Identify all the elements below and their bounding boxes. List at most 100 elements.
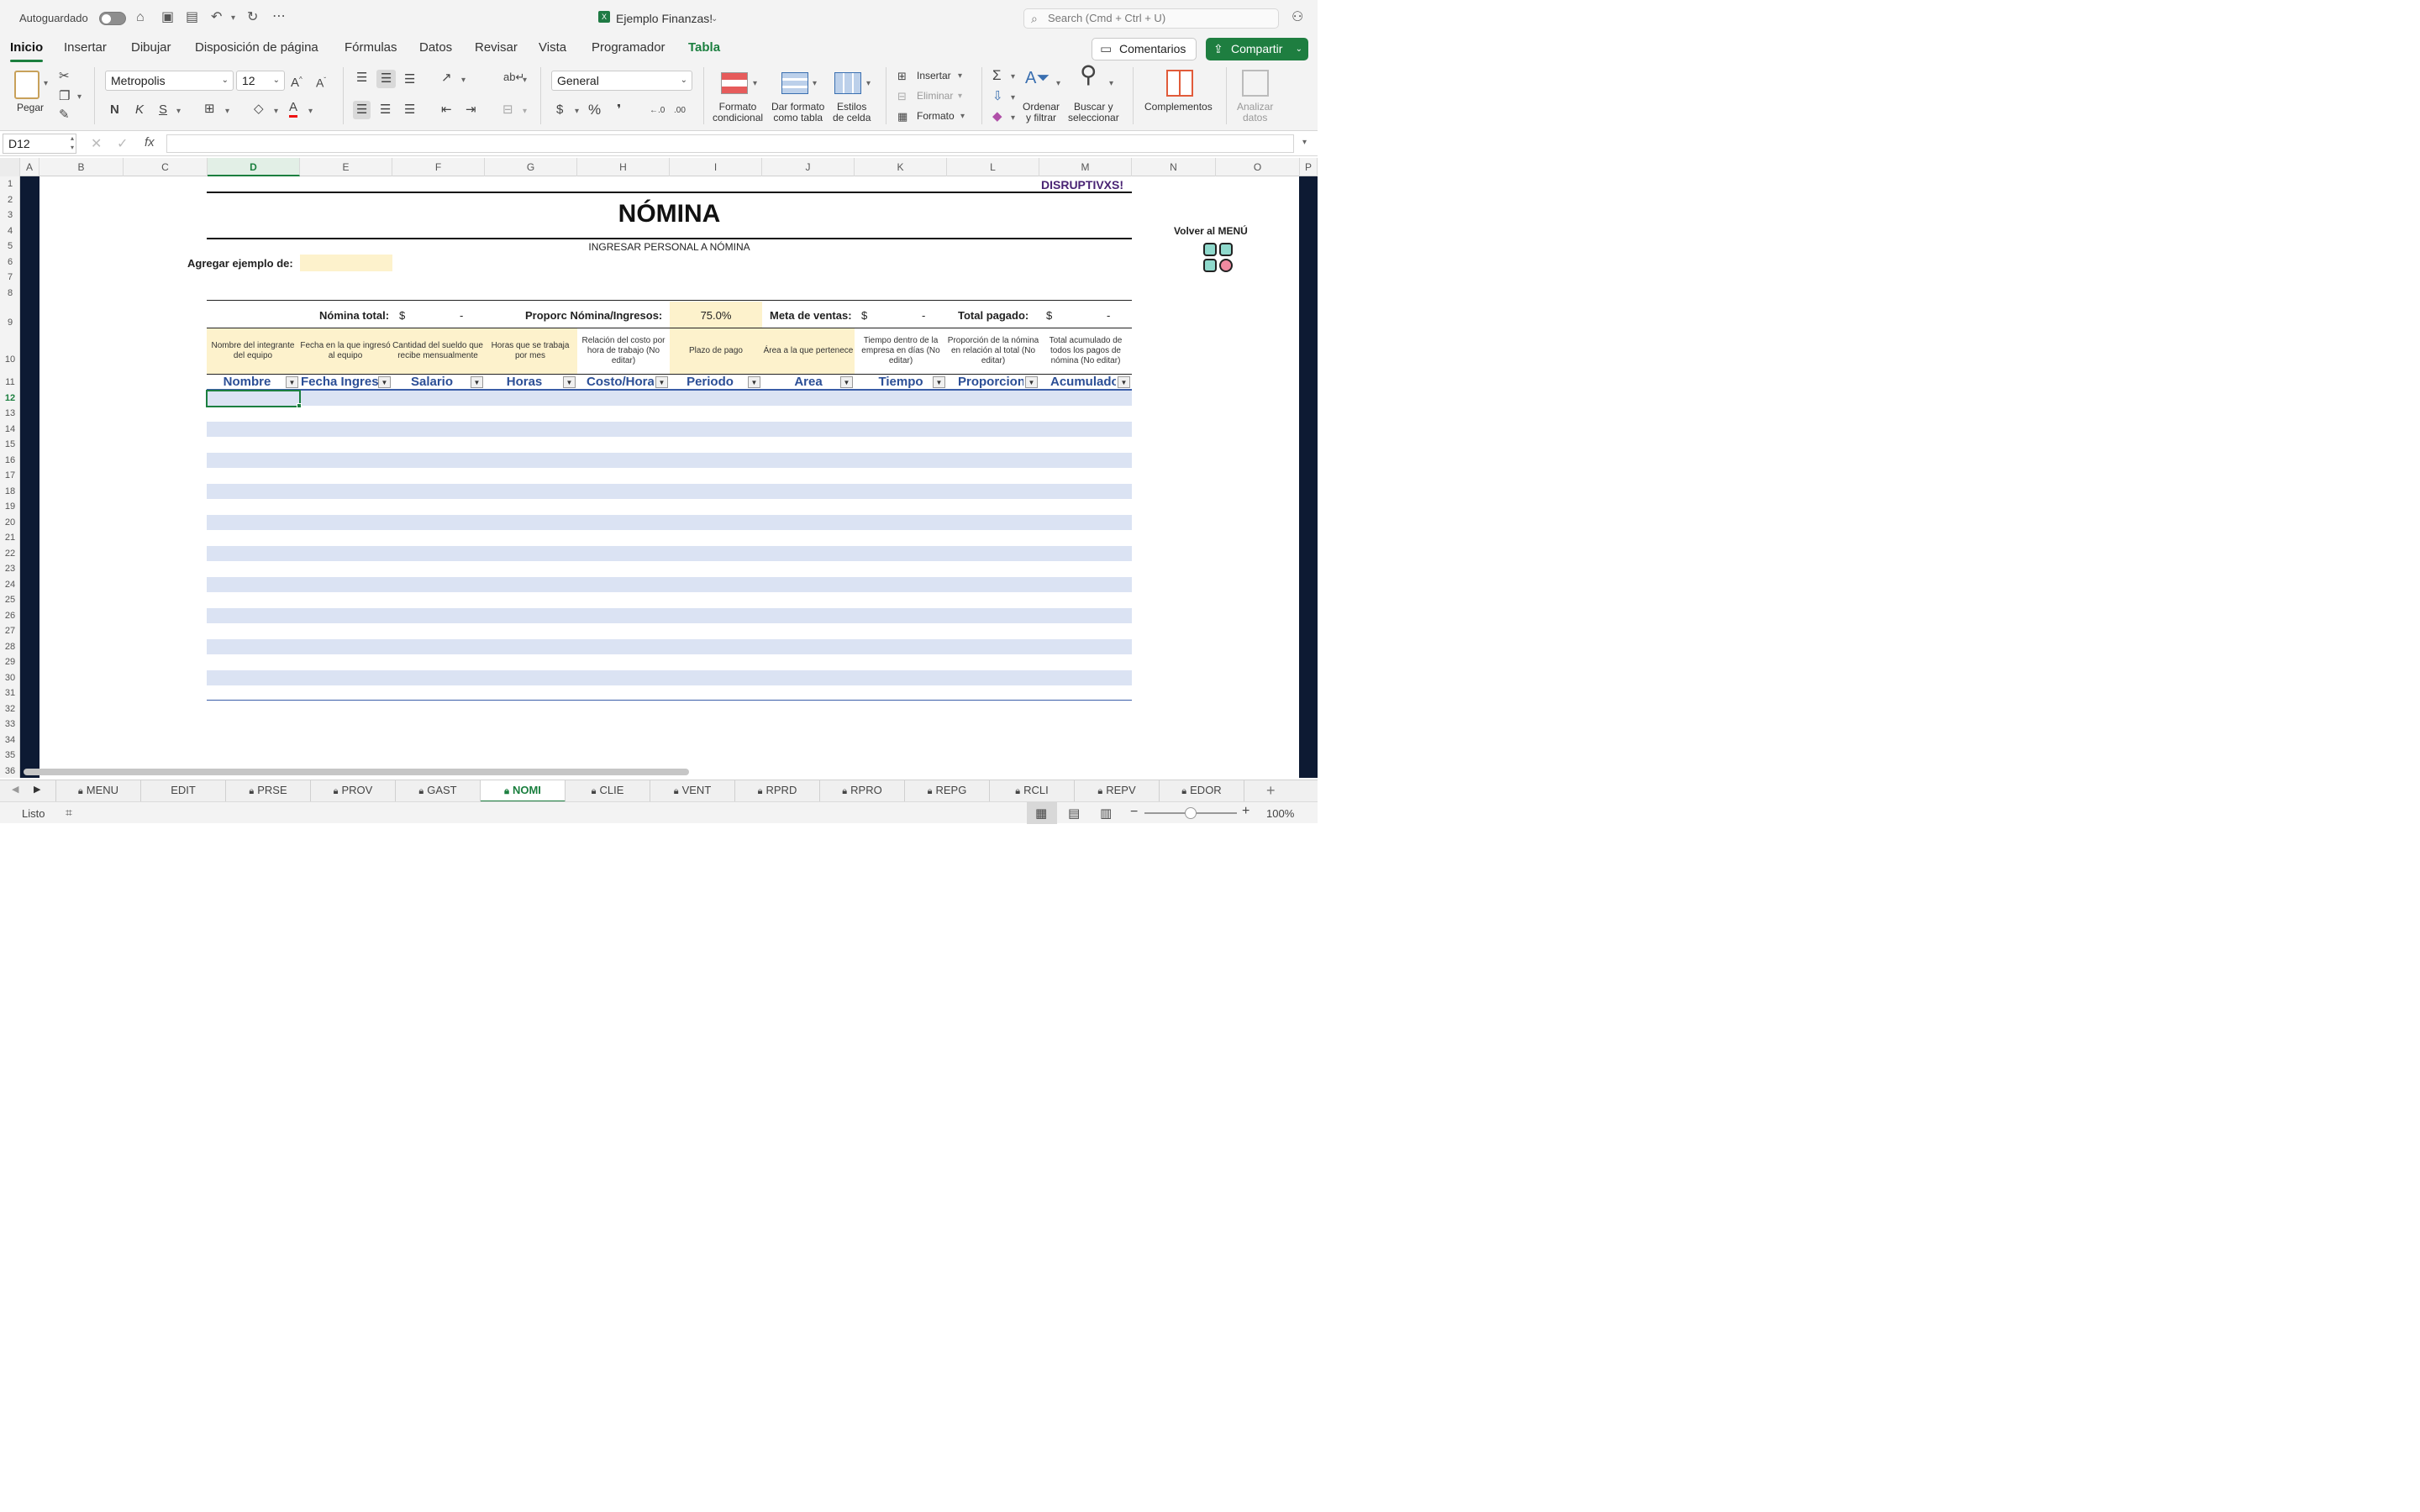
format-cells-icon[interactable]: ▦ (897, 109, 908, 124)
filter-dropdown-icon[interactable]: ▼ (1025, 376, 1038, 388)
clear-dropdown-icon[interactable]: ▾ (1011, 113, 1015, 123)
row-header[interactable]: 5 (0, 239, 20, 255)
table-header-costo[interactable]: Costo/Hora (587, 375, 654, 390)
menu-grid-icon[interactable] (1202, 243, 1234, 273)
font-color-icon[interactable]: A (289, 100, 298, 118)
fill-color-icon[interactable]: ◇ (254, 102, 264, 117)
insert-dropdown-icon[interactable]: ▾ (958, 71, 962, 81)
underline-dropdown-icon[interactable]: ▾ (176, 107, 181, 116)
home-icon[interactable]: ⌂ (136, 10, 145, 25)
scroll-tabs-right-icon[interactable]: ▶ (34, 784, 40, 795)
row-header[interactable]: 14 (0, 422, 20, 438)
zoom-in-icon[interactable]: + (1242, 804, 1249, 819)
align-center-icon[interactable]: ☰ (380, 102, 391, 118)
align-left-icon[interactable]: ☰ (353, 101, 371, 119)
addins-label[interactable]: Complementos (1144, 102, 1213, 113)
row-header[interactable]: 18 (0, 484, 20, 500)
sheet-tab-rprd[interactable]: 🔒︎ RPRD (735, 780, 820, 802)
analyze-data-icon[interactable] (1242, 70, 1269, 97)
row-header[interactable]: 2 (0, 192, 20, 208)
row-header[interactable]: 22 (0, 546, 20, 562)
undo-dropdown-icon[interactable]: ▾ (231, 13, 235, 23)
wrap-text-icon[interactable]: ab↵ (503, 70, 524, 85)
clear-icon[interactable]: ◆ (992, 109, 1002, 124)
undo-icon[interactable]: ↶ (211, 10, 222, 25)
sheet-tab-nomi[interactable]: 🔒︎ NOMI (481, 780, 566, 802)
filter-dropdown-icon[interactable]: ▼ (933, 376, 945, 388)
zoom-out-icon[interactable]: − (1130, 805, 1138, 820)
table-row[interactable] (207, 453, 1132, 468)
column-header[interactable]: E (300, 158, 392, 176)
fill-icon[interactable]: ⇩ (992, 89, 1003, 104)
add-sheet-icon[interactable]: + (1266, 782, 1276, 800)
accessibility-icon[interactable]: ⌗ (66, 806, 72, 820)
scroll-tabs-left-icon[interactable]: ◀ (12, 784, 18, 795)
table-row[interactable] (207, 577, 1132, 592)
increase-indent-icon[interactable]: ⇥ (466, 102, 476, 118)
sheet-tab-vent[interactable]: 🔒︎ VENT (650, 780, 735, 802)
find-select-icon[interactable]: ⚲ (1080, 63, 1097, 87)
decrease-indent-icon[interactable]: ⇤ (441, 102, 452, 118)
filter-dropdown-icon[interactable]: ▼ (655, 376, 668, 388)
table-row[interactable] (207, 546, 1132, 561)
row-header[interactable]: 29 (0, 654, 20, 670)
column-header[interactable]: M (1039, 158, 1132, 176)
font-color-dropdown-icon[interactable]: ▾ (308, 107, 313, 116)
decrease-decimal-icon[interactable]: .00 (674, 103, 686, 118)
redo-icon[interactable]: ↻ (247, 10, 258, 25)
add-example-input[interactable] (300, 255, 392, 271)
conditional-format-label[interactable]: Formato condicional (713, 102, 763, 123)
column-header[interactable]: F (392, 158, 485, 176)
row-header[interactable]: 3 (0, 207, 20, 223)
table-header-acumulado[interactable]: Acumulado (1050, 375, 1116, 390)
fill-color-dropdown-icon[interactable]: ▾ (274, 107, 278, 116)
fill-handle[interactable] (297, 403, 302, 408)
cell-styles-label[interactable]: Estilos de celda (833, 102, 871, 123)
row-header[interactable]: 9 (0, 301, 20, 329)
row-header[interactable]: 34 (0, 732, 20, 748)
align-middle-icon[interactable]: ☰ (376, 70, 397, 88)
merge-icon[interactable]: ⊟ (502, 102, 513, 118)
tab-vista[interactable]: Vista (539, 40, 566, 55)
align-bottom-icon[interactable]: ☰ (404, 72, 415, 87)
row-header[interactable]: 27 (0, 623, 20, 639)
table-row[interactable] (207, 639, 1132, 654)
expand-formula-icon[interactable]: ▾ (1302, 138, 1307, 147)
row-header[interactable]: 31 (0, 685, 20, 701)
row-header[interactable]: 24 (0, 577, 20, 593)
column-header[interactable]: B (39, 158, 124, 176)
row-header[interactable]: 15 (0, 437, 20, 453)
paste-label[interactable]: Pegar (17, 102, 44, 113)
currency-dropdown-icon[interactable]: ▾ (575, 107, 579, 116)
analyze-data-label[interactable]: Analizar datos (1237, 102, 1273, 123)
more-icon[interactable]: ⋯ (272, 9, 286, 24)
format-painter-icon[interactable]: ✎ (59, 108, 70, 123)
sort-filter-label[interactable]: Ordenar y filtrar (1023, 102, 1060, 123)
bold-button[interactable]: N (110, 102, 119, 118)
align-right-icon[interactable]: ☰ (404, 102, 415, 118)
search-input[interactable]: ⌕ Search (Cmd + Ctrl + U) (1023, 8, 1279, 29)
font-size-select[interactable]: 12 ⌄ (236, 71, 285, 91)
borders-icon[interactable]: ⊞ (204, 102, 215, 117)
filter-dropdown-icon[interactable]: ▼ (286, 376, 298, 388)
cell-styles-dropdown-icon[interactable]: ▾ (866, 79, 871, 88)
copy-dropdown-icon[interactable]: ▾ (77, 92, 82, 102)
table-row[interactable] (207, 670, 1132, 685)
conditional-format-dropdown-icon[interactable]: ▾ (753, 79, 757, 88)
row-header[interactable]: 20 (0, 515, 20, 531)
sheet-tab-prov[interactable]: 🔒︎ PROV (311, 780, 396, 802)
share-chevron-icon[interactable]: ⌄ (1296, 38, 1302, 60)
row-header[interactable]: 36 (0, 764, 20, 780)
filter-dropdown-icon[interactable]: ▼ (840, 376, 853, 388)
insert-cells-icon[interactable]: ⊞ (897, 69, 907, 84)
table-row[interactable] (207, 422, 1132, 437)
save-as-icon[interactable]: ▤ (186, 10, 198, 25)
tab-datos[interactable]: Datos (419, 40, 452, 55)
column-header[interactable]: O (1216, 158, 1300, 176)
column-header[interactable]: N (1132, 158, 1216, 176)
column-header[interactable]: H (577, 158, 670, 176)
tab-insertar[interactable]: Insertar (64, 40, 107, 55)
row-header[interactable]: 30 (0, 670, 20, 686)
sheet-tab-rpro[interactable]: 🔒︎ RPRO (820, 780, 905, 802)
page-break-icon[interactable]: ▥ (1100, 806, 1112, 821)
